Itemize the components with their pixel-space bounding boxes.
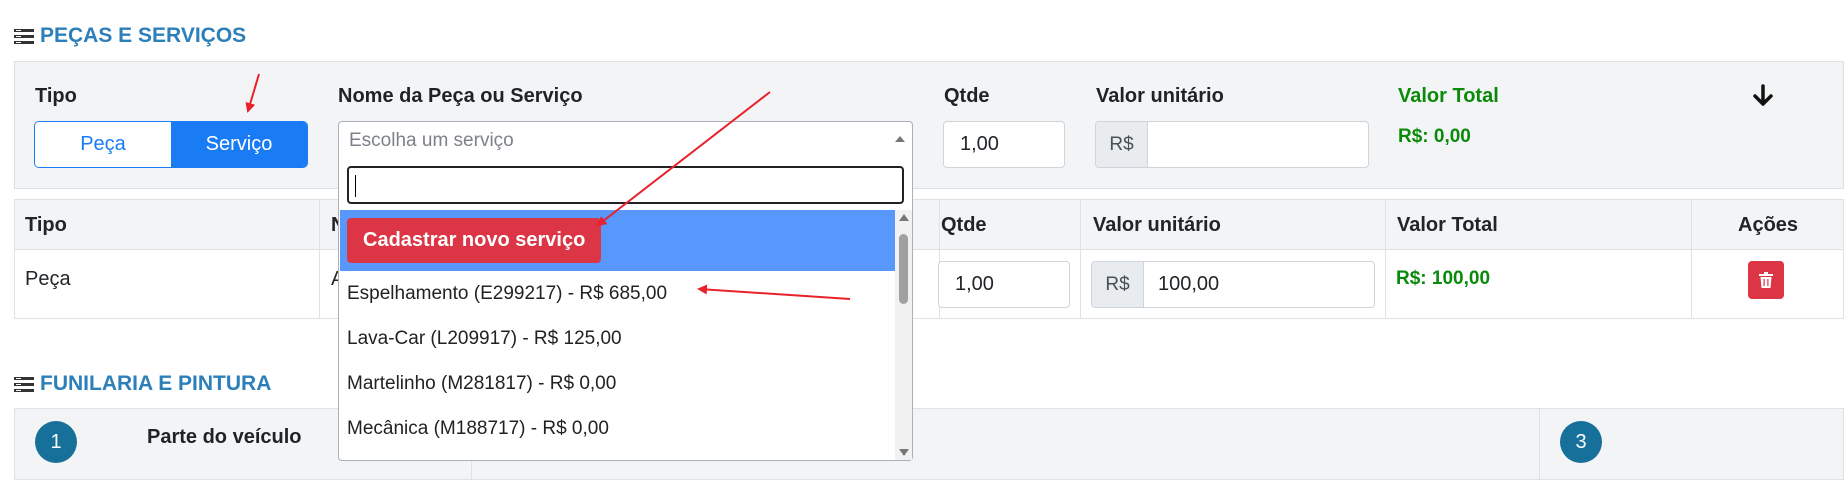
annotation-arrows	[245, 73, 851, 300]
annotation-arrow	[245, 73, 260, 113]
annotation-arrow	[596, 91, 771, 227]
annotation-arrow	[697, 284, 851, 300]
